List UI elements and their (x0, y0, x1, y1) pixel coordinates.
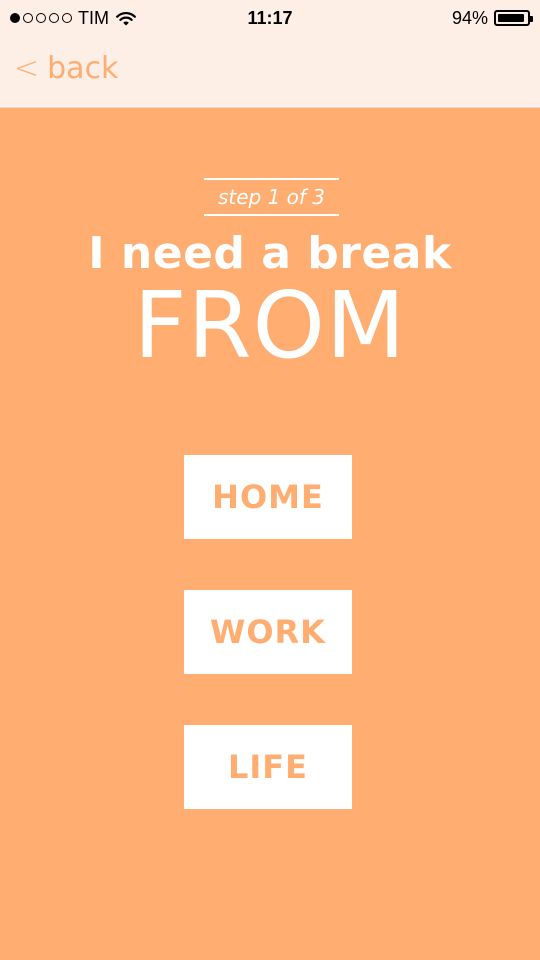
step-indicator: step 1 of 3 (204, 178, 339, 216)
choice-work-button[interactable]: WORK (184, 590, 352, 674)
top-bar: TIM 11:17 94% < back (0, 0, 540, 108)
choice-label: HOME (212, 478, 324, 516)
battery-icon (494, 10, 533, 26)
choice-label: WORK (210, 613, 326, 651)
back-label: back (47, 51, 119, 86)
status-bar: TIM 11:17 94% (0, 0, 540, 36)
title-line-2: FROM (133, 272, 407, 379)
chevron-left-icon: < (14, 51, 40, 86)
battery-level (498, 14, 524, 22)
choice-label: LIFE (227, 748, 308, 786)
nav-bar: < back (0, 36, 540, 108)
status-right: 94% (451, 6, 533, 30)
choice-life-button[interactable]: LIFE (184, 725, 352, 809)
back-button[interactable]: < back (14, 52, 118, 86)
battery-percent: 94% (451, 8, 488, 28)
main-content: step 1 of 3 I need a break FROM HOME WOR… (0, 108, 540, 960)
battery-tip (530, 16, 533, 22)
choice-home-button[interactable]: HOME (184, 455, 352, 539)
